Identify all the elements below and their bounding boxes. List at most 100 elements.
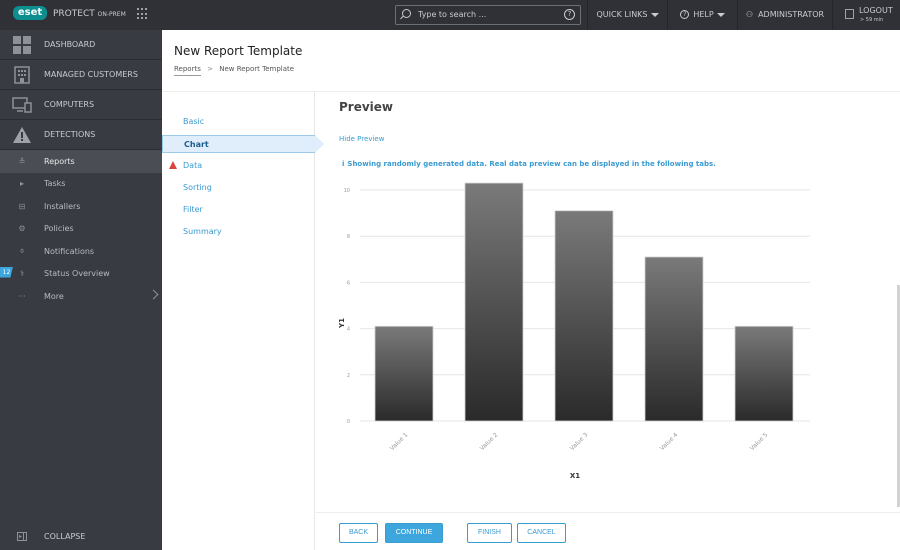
quick-links-menu[interactable]: QUICK LINKS bbox=[587, 0, 667, 30]
logout-label: LOGOUT bbox=[859, 6, 893, 15]
breadcrumb-current: New Report Template bbox=[219, 65, 295, 73]
help-circle-icon: ? bbox=[680, 10, 690, 19]
quick-links-label: QUICK LINKS bbox=[596, 10, 648, 19]
chevron-right-icon bbox=[148, 289, 159, 300]
step-label: Summary bbox=[183, 227, 222, 236]
y-axis-label: Y1 bbox=[338, 318, 346, 329]
y-tick-label: 2 bbox=[347, 373, 350, 379]
x-tick-label: Value 3 bbox=[569, 431, 590, 452]
reports-icon: ≚ bbox=[18, 156, 26, 166]
sidebar-item-status-overview[interactable]: 12 ⚕ Status Overview bbox=[0, 263, 162, 286]
sidebar-item-label: DASHBOARD bbox=[44, 40, 96, 49]
computers-icon bbox=[0, 96, 44, 113]
info-text: Showing randomly generated data. Real da… bbox=[347, 160, 716, 168]
x-tick-label: Value 1 bbox=[389, 431, 410, 452]
sidebar-item-label: Policies bbox=[44, 224, 74, 234]
eset-logo[interactable]: eset bbox=[13, 6, 47, 20]
collapse-icon bbox=[0, 531, 44, 541]
top-bar: eset PROTECT ON-PREM Type to search ... … bbox=[0, 0, 900, 30]
sidebar-item-installers[interactable]: ⊟ Installers bbox=[0, 195, 162, 218]
user-menu[interactable]: ⚇ ADMINISTRATOR bbox=[737, 0, 832, 30]
sidebar-item-detections[interactable]: DETECTIONS bbox=[0, 120, 162, 150]
building-icon bbox=[0, 65, 44, 84]
sidebar-item-tasks[interactable]: ▸ Tasks bbox=[0, 173, 162, 196]
bar-value-5[interactable] bbox=[734, 325, 794, 422]
logout-icon bbox=[845, 9, 854, 19]
apps-grid-icon[interactable] bbox=[137, 8, 149, 20]
sidebar-item-dashboard[interactable]: DASHBOARD bbox=[0, 30, 162, 60]
chevron-down-icon bbox=[716, 12, 725, 17]
wizard-steps: Basic Chart Data Sorting Filter Summary bbox=[162, 92, 324, 550]
sidebar-item-label: Notifications bbox=[44, 246, 95, 256]
sidebar-item-computers[interactable]: COMPUTERS bbox=[0, 90, 162, 120]
finish-button[interactable]: FINISH bbox=[467, 523, 512, 543]
bar-value-4[interactable] bbox=[644, 256, 704, 422]
x-tick-label: Value 4 bbox=[659, 431, 680, 452]
info-icon: i bbox=[342, 160, 345, 168]
breadcrumb-separator-icon: > bbox=[207, 65, 213, 73]
y-tick-label: 10 bbox=[344, 188, 350, 194]
page-title: New Report Template bbox=[174, 44, 303, 58]
step-label: Filter bbox=[183, 205, 203, 214]
search-input[interactable]: Type to search ... ? bbox=[395, 5, 581, 25]
help-menu[interactable]: ? HELP bbox=[667, 0, 737, 30]
bar-value-1[interactable] bbox=[374, 325, 434, 422]
search-icon bbox=[402, 9, 411, 18]
sidebar-item-reports[interactable]: ≚ Reports bbox=[0, 150, 162, 173]
sidebar-item-more[interactable]: ··· More bbox=[0, 285, 162, 308]
y-tick-label: 6 bbox=[347, 280, 350, 286]
user-label: ADMINISTRATOR bbox=[758, 10, 825, 19]
help-label: HELP bbox=[693, 10, 714, 19]
chevron-down-icon bbox=[650, 12, 659, 17]
step-filter[interactable]: Filter bbox=[162, 201, 315, 219]
sidebar: DASHBOARD MANAGED CUSTOMERS COMPUTERS DE… bbox=[0, 30, 162, 550]
collapse-button[interactable]: COLLAPSE bbox=[0, 522, 162, 550]
y-tick-label: 4 bbox=[347, 327, 350, 333]
sidebar-item-label: Tasks bbox=[44, 179, 66, 189]
sidebar-item-label: Installers bbox=[44, 201, 81, 211]
warning-icon bbox=[0, 126, 44, 143]
search-help-icon[interactable]: ? bbox=[564, 9, 575, 20]
notifications-icon: ⌽ bbox=[19, 246, 25, 256]
sidebar-item-notifications[interactable]: ⌽ Notifications bbox=[0, 240, 162, 263]
collapse-label: COLLAPSE bbox=[44, 531, 86, 541]
warning-icon bbox=[169, 161, 177, 169]
preview-title: Preview bbox=[339, 100, 394, 114]
product-name: PROTECT ON-PREM bbox=[53, 9, 126, 19]
step-basic[interactable]: Basic bbox=[162, 113, 315, 131]
page-header: New Report Template Reports > New Report… bbox=[162, 30, 900, 92]
cancel-button[interactable]: CANCEL bbox=[517, 523, 566, 543]
user-icon: ⚇ bbox=[745, 10, 754, 19]
sidebar-item-label: Status Overview bbox=[44, 269, 110, 279]
sidebar-item-label: COMPUTERS bbox=[44, 100, 95, 109]
breadcrumb-reports[interactable]: Reports bbox=[174, 65, 201, 76]
sidebar-item-managed-customers[interactable]: MANAGED CUSTOMERS bbox=[0, 60, 162, 90]
sidebar-item-label: More bbox=[44, 291, 64, 301]
sidebar-item-label: Reports bbox=[44, 156, 75, 166]
step-label: Basic bbox=[183, 117, 205, 126]
installers-icon: ⊟ bbox=[18, 201, 26, 211]
tasks-icon: ▸ bbox=[19, 179, 24, 189]
product-title: PROTECT bbox=[53, 9, 95, 19]
step-label: Sorting bbox=[183, 183, 212, 192]
breadcrumb: Reports > New Report Template bbox=[174, 65, 295, 76]
logout-timer: > 59 min bbox=[860, 17, 884, 23]
hide-preview-link[interactable]: Hide Preview bbox=[339, 135, 384, 143]
step-summary[interactable]: Summary bbox=[162, 223, 315, 241]
wizard-footer: BACK CONTINUE FINISH CANCEL bbox=[316, 512, 900, 550]
product-suffix: ON-PREM bbox=[97, 11, 126, 18]
sidebar-item-label: DETECTIONS bbox=[44, 130, 96, 139]
sidebar-item-policies[interactable]: ⚙ Policies bbox=[0, 218, 162, 241]
bar-value-2[interactable] bbox=[464, 182, 524, 422]
x-axis-label: X1 bbox=[570, 472, 580, 480]
back-button[interactable]: BACK bbox=[339, 523, 378, 543]
step-label: Chart bbox=[184, 140, 209, 149]
step-sorting[interactable]: Sorting bbox=[162, 179, 315, 197]
bar-value-3[interactable] bbox=[554, 210, 614, 422]
logout-button[interactable]: LOGOUT > 59 min bbox=[832, 0, 900, 30]
sidebar-item-label: MANAGED CUSTOMERS bbox=[44, 70, 138, 79]
policies-icon: ⚙ bbox=[18, 224, 26, 234]
step-chart[interactable]: Chart bbox=[162, 135, 324, 153]
continue-button[interactable]: CONTINUE bbox=[385, 523, 443, 543]
step-data[interactable]: Data bbox=[162, 157, 315, 175]
